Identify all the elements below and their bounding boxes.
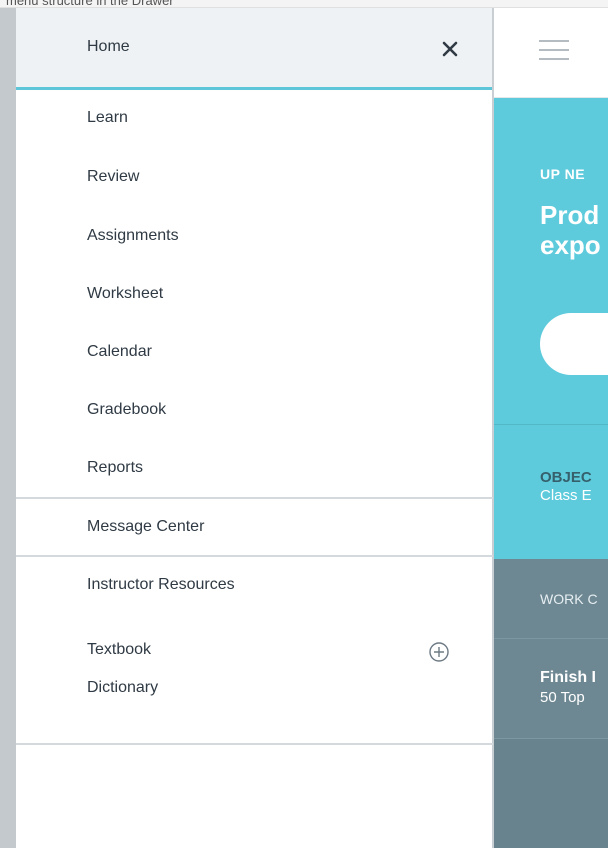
hamburger-menu-icon[interactable]	[539, 40, 569, 62]
up-next-action-button[interactable]	[540, 313, 608, 375]
drawer-item-gradebook[interactable]: Gradebook	[16, 401, 493, 423]
drawer-item-calendar[interactable]: Calendar	[16, 343, 493, 365]
navigation-drawer: Home Learn Review Assignments Worksheet …	[16, 8, 493, 848]
up-next-title: Prod expo	[540, 200, 601, 260]
main-header	[494, 8, 608, 98]
work-section-header: WORK C	[494, 559, 608, 639]
objectives-section: OBJEC Class E	[494, 424, 608, 559]
task-title: Finish I	[540, 669, 596, 686]
drawer-item-home[interactable]: Home	[87, 38, 130, 56]
drawer-item-label: Calendar	[87, 343, 152, 360]
top-caption-strip: menu structure in the Drawer	[0, 0, 608, 8]
drawer-item-review[interactable]: Review	[16, 168, 493, 190]
expand-plus-icon[interactable]	[428, 641, 450, 663]
drawer-divider	[16, 743, 493, 745]
drawer-item-label: Review	[87, 168, 140, 185]
drawer-item-dictionary[interactable]: Dictionary	[16, 679, 493, 701]
drawer-item-reports[interactable]: Reports	[16, 459, 493, 481]
top-caption-text: menu structure in the Drawer	[6, 0, 174, 8]
drawer-item-label: Worksheet	[87, 285, 164, 302]
drawer-divider	[16, 555, 493, 557]
objectives-subtext: Class E	[540, 487, 592, 504]
drawer-item-instructor-resources[interactable]: Instructor Resources	[16, 576, 493, 598]
drawer-item-label: Dictionary	[87, 679, 159, 696]
task-subtext: 50 Top	[540, 689, 585, 706]
drawer-header: Home	[16, 8, 492, 90]
drawer-item-assignments[interactable]: Assignments	[16, 227, 493, 249]
work-heading: WORK C	[540, 591, 598, 607]
left-gutter	[0, 8, 16, 848]
main-content: UP NE Prod expo OBJEC Class E WORK C Fin…	[494, 8, 608, 848]
drawer-item-label: Instructor Resources	[87, 576, 235, 593]
up-next-title-line: Prod	[540, 200, 600, 230]
drawer-item-message-center[interactable]: Message Center	[16, 518, 493, 540]
drawer-item-label: Reports	[87, 459, 144, 476]
drawer-item-label: Learn	[87, 109, 128, 126]
drawer-item-label: Gradebook	[87, 401, 167, 418]
drawer-item-label: Assignments	[87, 227, 179, 244]
up-next-card: UP NE Prod expo	[494, 98, 608, 424]
drawer-item-label: Message Center	[87, 518, 205, 535]
task-list-item[interactable]: Finish I 50 Top	[494, 639, 608, 739]
close-icon	[442, 41, 458, 57]
close-drawer-button[interactable]	[436, 35, 464, 63]
drawer-item-learn[interactable]: Learn	[16, 109, 493, 131]
drawer-divider	[16, 497, 493, 499]
drawer-item-label: Textbook	[87, 641, 152, 658]
drawer-item-worksheet[interactable]: Worksheet	[16, 285, 493, 307]
up-next-title-line: expo	[540, 230, 601, 260]
drawer-item-textbook[interactable]: Textbook	[16, 641, 493, 663]
objectives-heading: OBJEC	[540, 469, 592, 486]
up-next-eyebrow: UP NE	[540, 166, 586, 182]
